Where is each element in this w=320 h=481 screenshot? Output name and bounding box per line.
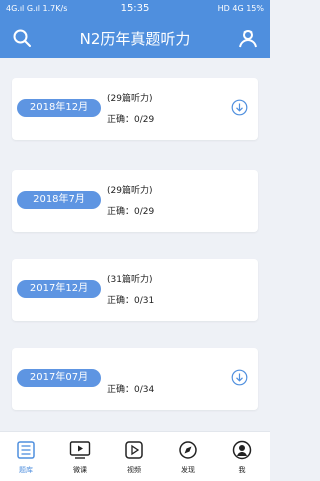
nav-label: 微课 [73, 466, 87, 474]
nav-item-question-bank[interactable]: 题库 [6, 438, 46, 475]
page-title: N2历年真题听力 [79, 30, 191, 48]
exam-list: 2018年12月 (29篇听力) 正确：0/29 2018年7月 (29篇听力)… [0, 58, 270, 431]
nav-label: 视频 [127, 466, 141, 474]
bottom-navigation: 题库 微课 视频 发现 我 [0, 431, 270, 481]
exam-card[interactable]: 2017年07月 正确：0/34 [12, 348, 258, 410]
exam-date-pill: 2017年12月 [17, 280, 101, 298]
nav-item-discover[interactable]: 发现 [168, 438, 208, 475]
exam-date-pill: 2018年7月 [17, 191, 101, 209]
exam-date-pill: 2018年12月 [17, 99, 101, 117]
exam-date-pill: 2017年07月 [17, 369, 101, 387]
listening-count: (31篇听力) [107, 275, 153, 285]
listening-count: (29篇听力) [107, 94, 153, 104]
correct-score: 正确：0/31 [107, 296, 155, 306]
download-icon[interactable] [231, 369, 248, 386]
user-icon [222, 438, 262, 462]
compass-icon [168, 438, 208, 462]
nav-label: 发现 [181, 466, 195, 474]
list-icon [6, 438, 46, 462]
nav-label: 我 [238, 466, 246, 474]
exam-card[interactable]: 2017年12月 (31篇听力) 正确：0/31 [12, 259, 258, 321]
correct-score: 正确：0/34 [107, 385, 155, 395]
video-icon [60, 438, 100, 462]
exam-card[interactable]: 2018年7月 (29篇听力) 正确：0/29 [12, 170, 258, 232]
play-icon [114, 438, 154, 462]
nav-item-me[interactable]: 我 [222, 438, 262, 475]
status-bar: 4G.ıl G.ıl 1.7K/s 15:35 HD 4G 15% [0, 0, 270, 18]
app-header: N2历年真题听力 [0, 18, 270, 58]
battery-info: HD 4G 15% [217, 4, 264, 13]
nav-item-video[interactable]: 视频 [114, 438, 154, 475]
person-icon[interactable] [236, 26, 260, 50]
correct-score: 正确：0/29 [107, 115, 155, 125]
nav-item-micro-course[interactable]: 微课 [60, 438, 100, 475]
correct-score: 正确：0/29 [107, 207, 155, 217]
listening-count: (29篇听力) [107, 186, 153, 196]
download-icon[interactable] [231, 99, 248, 116]
exam-card[interactable]: 2018年12月 (29篇听力) 正确：0/29 [12, 78, 258, 140]
nav-label: 题库 [19, 466, 33, 474]
